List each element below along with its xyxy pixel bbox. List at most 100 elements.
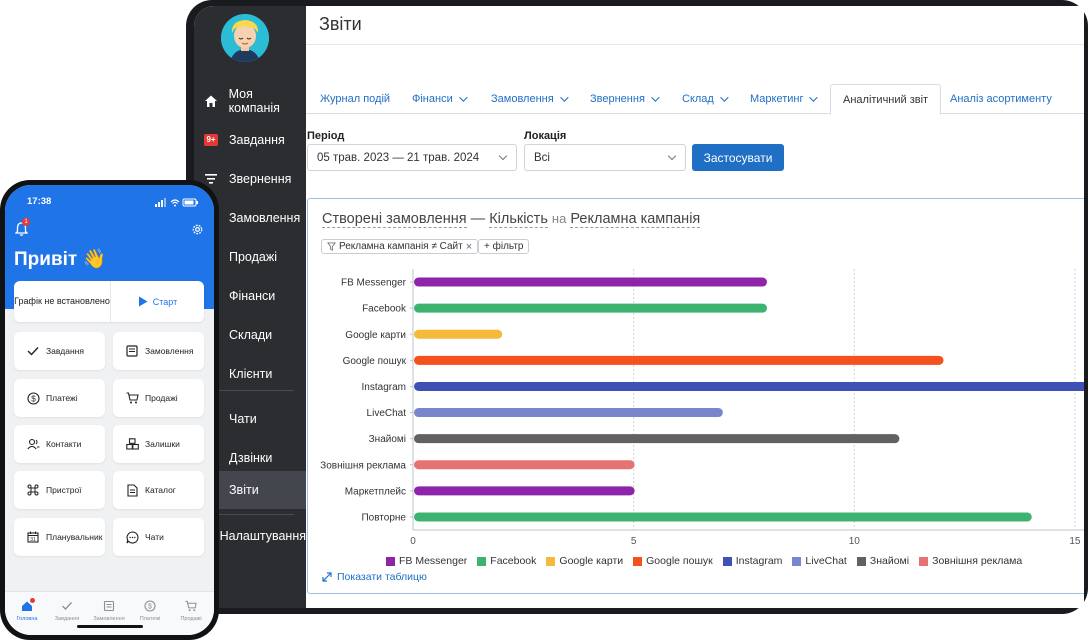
x-tick-label: 15 <box>1069 536 1081 547</box>
cart-icon <box>125 391 139 405</box>
legend-item[interactable]: LiveChat <box>792 555 847 567</box>
tasks-badge-icon: 9+ <box>201 134 221 146</box>
tablet-frame: Моя компанія 9+ Завдання Звернення Замов… <box>186 0 1088 614</box>
tab-assortment-analysis[interactable]: Аналіз асортименту <box>950 84 1052 114</box>
y-tick-label: FB Messenger <box>341 278 407 289</box>
tile-chats[interactable]: Чати <box>113 518 204 556</box>
period-select[interactable]: 05 трав. 2023 — 21 трав. 2024 <box>307 144 517 171</box>
location-label: Локація <box>524 130 567 142</box>
orders-icon <box>103 600 115 614</box>
legend-swatch <box>546 556 556 566</box>
sidebar-item-label: Моя компанія <box>228 87 280 115</box>
legend-label: FB Messenger <box>399 555 468 567</box>
tile-sales[interactable]: Продажі <box>113 379 204 417</box>
legend-item[interactable]: Facebook <box>477 555 536 567</box>
tile-stock[interactable]: Залишки <box>113 425 204 463</box>
tab-warehouse[interactable]: Склад <box>682 84 729 114</box>
y-tick-label: LiveChat <box>367 408 407 419</box>
x-tick-label: 10 <box>849 536 861 547</box>
status-time: 17:38 <box>27 196 52 207</box>
status-icons <box>155 198 198 207</box>
chevron-down-icon <box>559 93 569 102</box>
tablet-screen: Моя компанія 9+ Завдання Звернення Замов… <box>194 6 1084 608</box>
chat-icon <box>125 530 139 544</box>
chevron-down-icon <box>667 151 677 161</box>
y-tick-label: Маркетплейс <box>345 486 406 497</box>
nav-home[interactable]: Головна <box>7 598 47 622</box>
sidebar-item-my-company[interactable]: Моя компанія <box>194 82 306 120</box>
location-select[interactable]: Всі <box>524 144 686 171</box>
orders-icon <box>125 344 139 358</box>
gear-icon[interactable] <box>191 223 204 241</box>
sidebar-item-label: Дзвінки <box>229 451 273 465</box>
bar <box>414 512 1032 522</box>
y-tick-label: Google пошук <box>343 356 407 367</box>
sidebar-item-label: Склади <box>229 328 273 342</box>
show-table-link[interactable]: Показати таблицю <box>322 571 427 583</box>
tab-event-log[interactable]: Журнал подій <box>320 84 390 114</box>
page-title: Звіти <box>319 14 362 34</box>
dollar-icon: $ <box>144 600 156 614</box>
tile-orders[interactable]: Замовлення <box>113 332 204 370</box>
notification-badge: 1 <box>22 218 30 226</box>
legend-item[interactable]: Зовнішня реклама <box>919 555 1022 567</box>
tile-tasks[interactable]: Завдання <box>14 332 105 370</box>
chevron-down-icon <box>651 93 660 102</box>
bell-icon[interactable]: 1 <box>14 218 30 241</box>
sidebar-item-label: Продажі <box>229 250 277 264</box>
legend-swatch <box>792 556 802 566</box>
chevron-down-icon <box>720 93 729 102</box>
home-icon <box>201 94 221 108</box>
tile-contacts[interactable]: Контакти <box>14 425 105 463</box>
check-icon <box>61 600 73 614</box>
y-tick-label: Google карти <box>345 330 406 341</box>
legend-item[interactable]: Знайомі <box>856 555 910 567</box>
sidebar-item-tasks[interactable]: 9+ Завдання <box>194 121 306 159</box>
tab-requests[interactable]: Звернення <box>590 84 660 114</box>
user-avatar[interactable] <box>221 14 269 62</box>
sidebar-item-label: Звіти <box>229 483 259 497</box>
tile-devices[interactable]: Пристрої <box>14 471 105 509</box>
sidebar-divider <box>216 390 294 391</box>
tile-planner[interactable]: 31 Планувальник <box>14 518 105 556</box>
tab-marketing[interactable]: Маркетинг <box>750 84 819 114</box>
tile-payments[interactable]: $ Платежі <box>14 379 105 417</box>
greeting: Привіт 👋 <box>14 249 107 270</box>
report-card: Створені замовлення — Кількість на Рекла… <box>307 198 1084 594</box>
tab-analytical-report[interactable]: Аналітичний звіт <box>830 84 942 115</box>
boxes-icon <box>125 437 139 451</box>
apply-button[interactable]: Застосувати <box>692 144 784 171</box>
tile-catalog[interactable]: Каталог <box>113 471 204 509</box>
schedule-card: Графік не встановлено Старт <box>14 281 204 322</box>
nav-tasks[interactable]: Завдання <box>47 600 87 622</box>
nav-orders[interactable]: Замовлення <box>89 600 129 622</box>
calendar-icon: 31 <box>26 530 40 544</box>
legend-swatch <box>856 556 866 566</box>
bar <box>414 408 723 418</box>
nav-sales[interactable]: Продажі <box>171 600 211 622</box>
bar <box>414 355 944 365</box>
bar <box>414 381 1084 391</box>
legend-item[interactable]: Google пошук <box>633 555 713 567</box>
bar-chart: 0 5 10 15 FB Messenger Facebook Google карти Go… <box>320 269 1084 547</box>
legend-label: Знайомі <box>869 555 910 567</box>
tab-finance[interactable]: Фінанси <box>412 84 468 114</box>
bar <box>414 277 768 287</box>
legend-item[interactable]: FB Messenger <box>386 555 467 567</box>
nav-home-badge <box>30 598 35 603</box>
svg-text:31: 31 <box>30 537 36 543</box>
sidebar-item-label: Звернення <box>229 172 292 186</box>
legend-label: LiveChat <box>805 555 847 567</box>
legend-label: Google пошук <box>646 555 713 567</box>
phone-frame: 17:38 1 Привіт 👋 Графік не встановлено С… <box>0 180 219 640</box>
cart-icon <box>185 600 197 614</box>
home-icon <box>21 598 35 614</box>
legend-item[interactable]: Google карти <box>546 555 623 567</box>
tab-orders[interactable]: Замовлення <box>491 84 569 114</box>
bar <box>414 303 768 313</box>
nav-payments[interactable]: $ Платежі <box>130 600 170 622</box>
legend-item[interactable]: Instagram <box>722 555 782 567</box>
x-tick-label: 0 <box>410 536 416 547</box>
start-button[interactable]: Старт <box>111 281 204 322</box>
bar <box>414 460 635 470</box>
